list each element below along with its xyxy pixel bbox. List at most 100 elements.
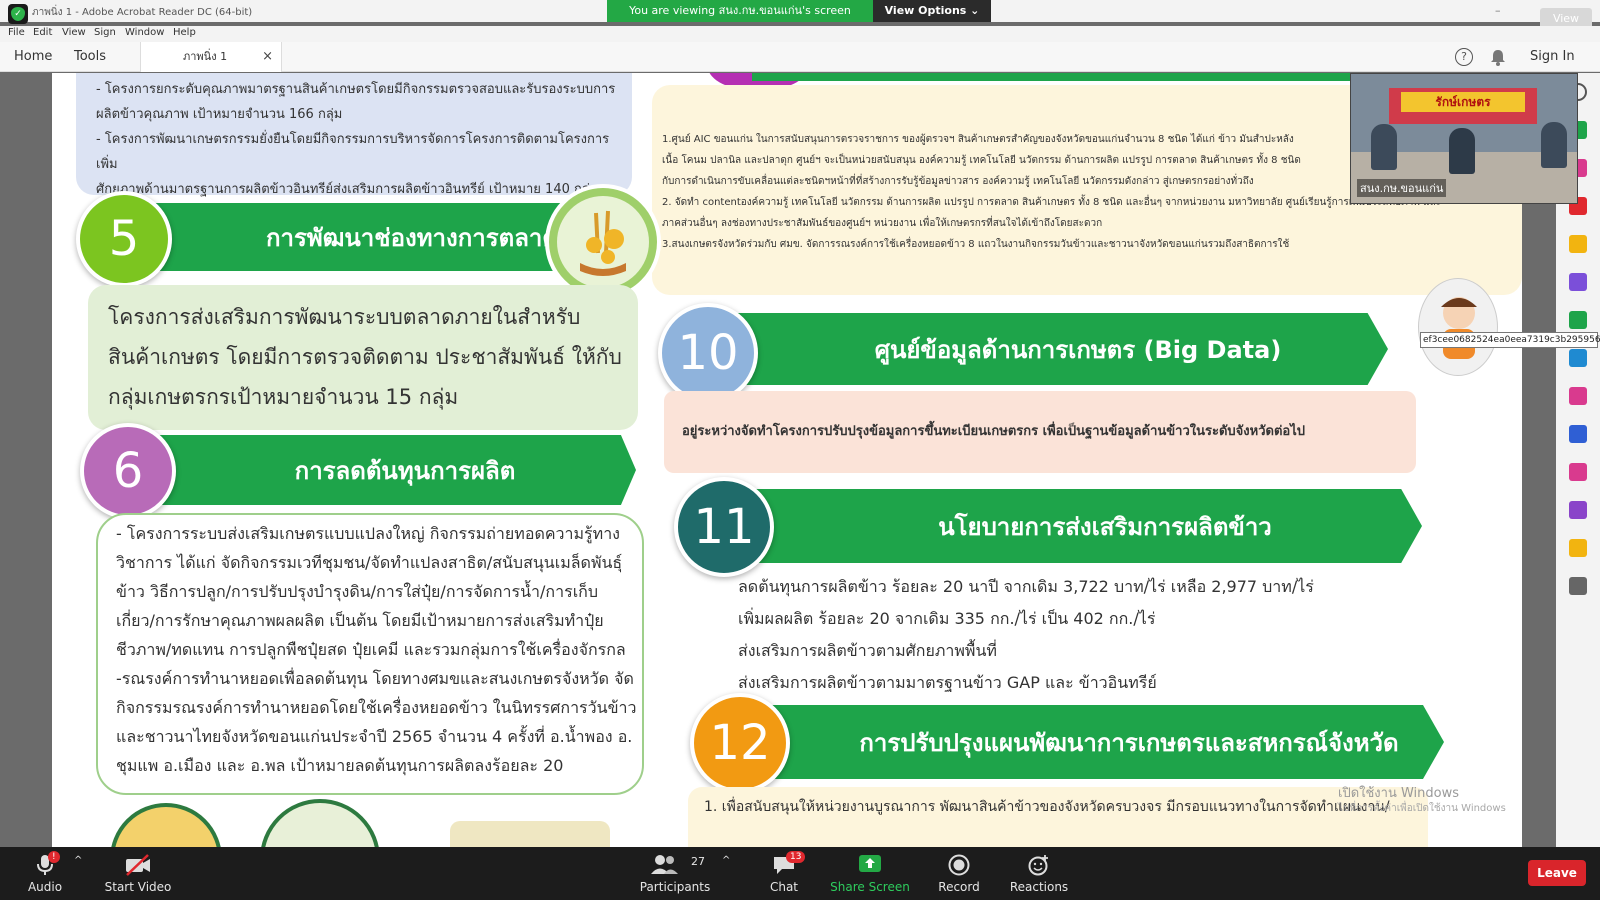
- section-12-title: การปรับปรุงแผนพัฒนาการเกษตรและสหกรณ์จังห…: [859, 728, 1399, 757]
- chat-button[interactable]: 13 Chat: [760, 847, 808, 900]
- audio-alert-badge: !: [48, 851, 60, 863]
- tab-document-label: ภาพนิ่ง 1: [183, 50, 228, 63]
- text-line: - โครงการพัฒนาเกษตรกรรมยั่งยืนโดยมีกิจกร…: [96, 132, 610, 172]
- chevron-up-icon: ^: [74, 855, 83, 866]
- section-11-banner: นโยบายการส่งเสริมการผลิตข้าว: [728, 489, 1422, 563]
- avatar: [1418, 278, 1498, 376]
- top-banner-partial: [752, 73, 1392, 81]
- audio-button[interactable]: ! Audio: [22, 847, 68, 900]
- video-thumbnail[interactable]: รักษ์เกษตร สนง.กษ.ขอนแก่น: [1350, 73, 1578, 204]
- participants-options-chevron[interactable]: ^: [720, 847, 734, 900]
- tab-home[interactable]: Home: [14, 42, 52, 72]
- image-partial: [450, 821, 610, 847]
- participants-icon: [651, 855, 678, 874]
- section-10-banner: ศูนย์ข้อมูลด้านการเกษตร (Big Data): [708, 313, 1388, 385]
- shield-icon: ✓: [11, 7, 25, 21]
- text-line: - โครงการยกระดับคุณภาพมาตรฐานสินค้าเกษตร…: [96, 82, 616, 97]
- text-line: ผลิตข้าวคุณภาพ เป้าหมายจำนวน 166 กลุ่ม: [96, 107, 343, 122]
- record-button[interactable]: Record: [934, 847, 984, 900]
- text-line: เพิ่มผลผลิต ร้อยละ 20 จากเดิม 335 กก./ไร…: [738, 609, 1156, 628]
- share-screen-icon: [859, 855, 881, 872]
- windows-watermark-sub: ไปที่การตั้งค่าเพื่อเปิดใช้งาน Windows: [1338, 803, 1506, 814]
- menu-sign[interactable]: Sign: [94, 27, 116, 38]
- video-off-icon: [126, 854, 150, 876]
- tab-bar: Home Tools ภาพนิ่ง 1 × ? Sign In: [0, 42, 1600, 72]
- video-participant-name: สนง.กษ.ขอนแก่น: [1357, 179, 1447, 197]
- video-banner-text: รักษ์เกษตร: [1401, 92, 1525, 112]
- start-video-button[interactable]: Start Video: [102, 847, 174, 900]
- share-screen-label: Share Screen: [830, 880, 910, 894]
- document-page: - โครงการยกระดับคุณภาพมาตรฐานสินค้าเกษตร…: [52, 73, 1522, 847]
- text-line: วิชาการ ได้แก่ จัดกิจกรรมเวทีชุมชน/จัดทำ…: [116, 553, 623, 572]
- menu-window[interactable]: Window: [125, 27, 164, 38]
- text-line: ข้าว วิธีการปลูก/การปรับปรุงบำรุงดิน/การ…: [116, 582, 598, 601]
- help-icon[interactable]: ?: [1455, 48, 1473, 66]
- protect-icon[interactable]: [1569, 425, 1587, 443]
- organize-icon[interactable]: [1569, 311, 1587, 329]
- video-person: [1371, 124, 1397, 170]
- section-5-number: 5: [76, 191, 172, 287]
- record-label: Record: [938, 880, 980, 894]
- audio-label: Audio: [27, 880, 63, 894]
- section-5-text: โครงการส่งเสริมการพัฒนาระบบตลาดภายในสำหร…: [108, 297, 648, 417]
- section-11-text: ลดต้นทุนการผลิตข้าว ร้อยละ 20 นาปี จากเด…: [738, 571, 1438, 699]
- menu-bar: File Edit View Sign Window Help: [0, 26, 1600, 42]
- sign-in-link[interactable]: Sign In: [1530, 42, 1575, 72]
- section-12-banner: การปรับปรุงแผนพัฒนาการเกษตรและสหกรณ์จังห…: [744, 705, 1444, 779]
- text-line: - โครงการระบบส่งเสริมเกษตรแบบแปลงใหญ่ กิ…: [116, 524, 620, 543]
- record-icon: [948, 854, 970, 876]
- section-12-text: 1. เพื่อสนับสนุนให้หน่วยงานบูรณาการ พัฒน…: [704, 799, 1390, 815]
- chat-unread-badge: 13: [786, 851, 806, 863]
- menu-edit[interactable]: Edit: [33, 27, 52, 38]
- fill-sign-icon[interactable]: [1569, 387, 1587, 405]
- text-line: ภาคส่วนอื่นๆ ลงช่องทางประชาสัมพันธ์ของศู…: [662, 218, 1103, 229]
- share-screen-button[interactable]: Share Screen: [830, 847, 910, 900]
- view-options-button[interactable]: View Options ⌄: [873, 0, 991, 22]
- tab-document[interactable]: ภาพนิ่ง 1 ×: [140, 42, 282, 72]
- menu-help[interactable]: Help: [173, 27, 196, 38]
- participants-count: 27: [691, 855, 705, 868]
- reactions-label: Reactions: [1009, 880, 1069, 894]
- close-icon[interactable]: ×: [262, 42, 273, 72]
- text-line: สินค้าเกษตร โดยมีการตรวจติดตาม ประชาสัมพ…: [108, 345, 622, 369]
- video-person: [1449, 128, 1475, 174]
- farmer-avatar-icon: [1441, 297, 1477, 359]
- text-line: 3.สนงเกษตรจังหวัดร่วมกับ ศมข. จัดการรณรง…: [662, 239, 1290, 250]
- section-6-title: การลดต้นทุนการผลิต: [294, 456, 516, 485]
- section-11-title: นโยบายการส่งเสริมการผลิตข้าว: [938, 512, 1272, 541]
- signature-icon[interactable]: [1569, 501, 1587, 519]
- video-person: [1541, 122, 1567, 168]
- text-line: ลดต้นทุนการผลิตข้าว ร้อยละ 20 นาปี จากเด…: [738, 577, 1314, 596]
- window-title: ภาพนิ่ง 1 - Adobe Acrobat Reader DC (64-…: [32, 7, 253, 18]
- reactions-button[interactable]: Reactions: [1008, 847, 1070, 900]
- section-10-title: ศูนย์ข้อมูลด้านการเกษตร (Big Data): [874, 335, 1282, 364]
- section-10-number: 10: [658, 303, 758, 403]
- comment-icon[interactable]: [1569, 235, 1587, 253]
- bell-icon[interactable]: [1490, 48, 1506, 66]
- more-tools-icon[interactable]: [1569, 577, 1587, 595]
- section-6-banner: การลดต้นทุนการผลิต: [134, 435, 636, 505]
- share-banner: You are viewing สนง.กษ.ขอนแก่น's screen: [607, 0, 873, 22]
- section-10-text: อยู่ระหว่างจัดทำโครงการปรับปรุงข้อมูลการ…: [682, 424, 1305, 439]
- send-icon[interactable]: [1569, 539, 1587, 557]
- text-line: กิจกรรมรณรงค์การทำนาหยอดโดยใช้เครื่องหยอ…: [116, 698, 637, 717]
- chat-label: Chat: [769, 880, 799, 894]
- form-icon[interactable]: [1569, 463, 1587, 481]
- logo-partial-1: [110, 803, 222, 847]
- leave-button[interactable]: Leave: [1528, 860, 1586, 886]
- title-bar: ✓ ภาพนิ่ง 1 - Adobe Acrobat Reader DC (6…: [0, 0, 1600, 30]
- section-6-number: 6: [80, 423, 176, 519]
- emoji-add-icon: [1028, 855, 1048, 876]
- audio-options-chevron[interactable]: ^: [72, 847, 86, 900]
- menu-file[interactable]: File: [8, 27, 25, 38]
- scan-icon[interactable]: [1569, 349, 1587, 367]
- window-controls[interactable]: –: [1495, 4, 1523, 17]
- menu-view[interactable]: View: [62, 27, 86, 38]
- combine-icon[interactable]: [1569, 273, 1587, 291]
- participants-button[interactable]: 27 Participants: [636, 847, 714, 900]
- start-video-label: Start Video: [104, 880, 172, 894]
- avatar-filename-tooltip: ef3cee0682524ea0eea7319c3b295956.jpg: [1420, 332, 1600, 348]
- text-line: -รณรงค์การทำนาหยอดเพื่อลดต้นทุน โดยทางศม…: [116, 669, 634, 688]
- tab-tools[interactable]: Tools: [74, 42, 106, 72]
- meeting-controls-bar: ! Audio ^ Start Video 27 Participants ^ …: [0, 847, 1600, 900]
